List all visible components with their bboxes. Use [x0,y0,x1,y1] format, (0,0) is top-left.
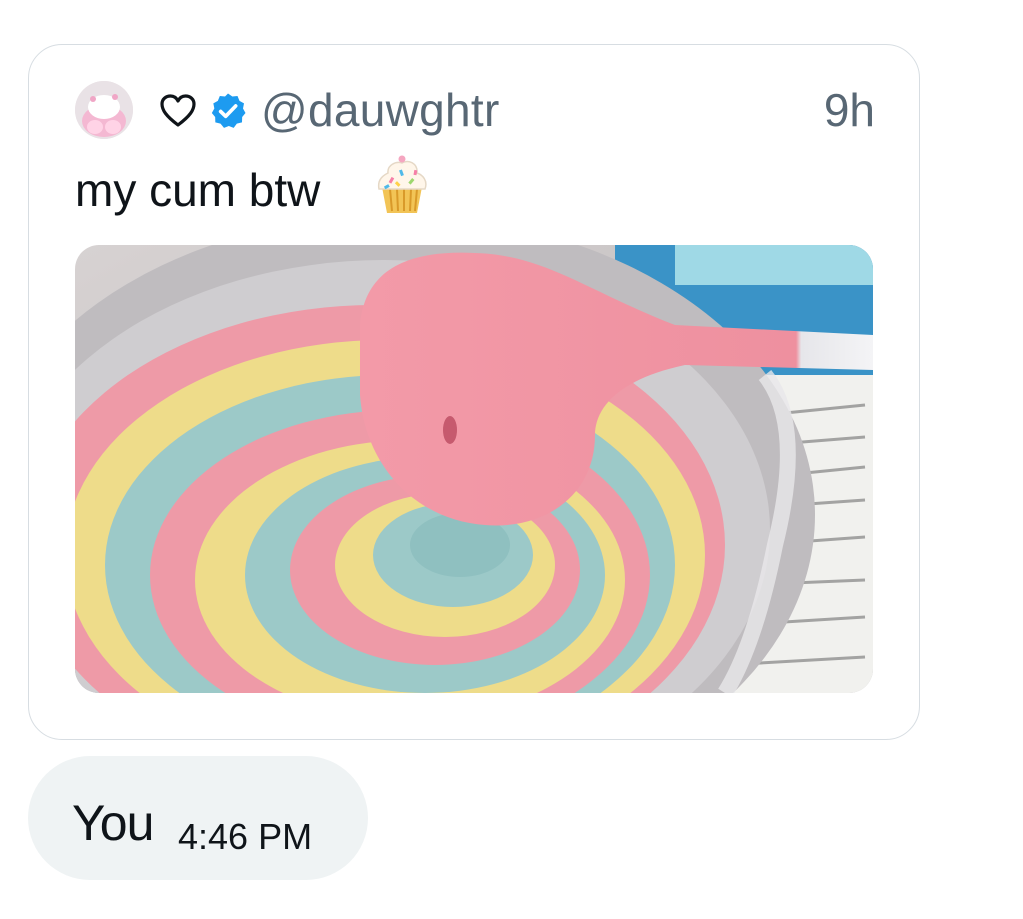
avatar[interactable] [75,81,133,139]
tweet-timestamp: 9h [823,84,875,136]
author-handle[interactable]: @dauwghtr [261,83,500,137]
message-bubble[interactable]: You 4:46 PM [28,756,368,880]
cupcake-icon [374,153,430,215]
tweet-image[interactable] [75,245,873,693]
heart-icon [160,94,196,128]
tweet-text: my cum btw [75,164,321,216]
message-timestamp: 4:46 PM [178,816,313,857]
sender-label: You [72,795,154,851]
verified-icon [208,91,248,131]
quoted-tweet-card[interactable]: @dauwghtr 9h my cum btw [28,44,920,740]
tweet-header: @dauwghtr 9h [75,79,875,143]
